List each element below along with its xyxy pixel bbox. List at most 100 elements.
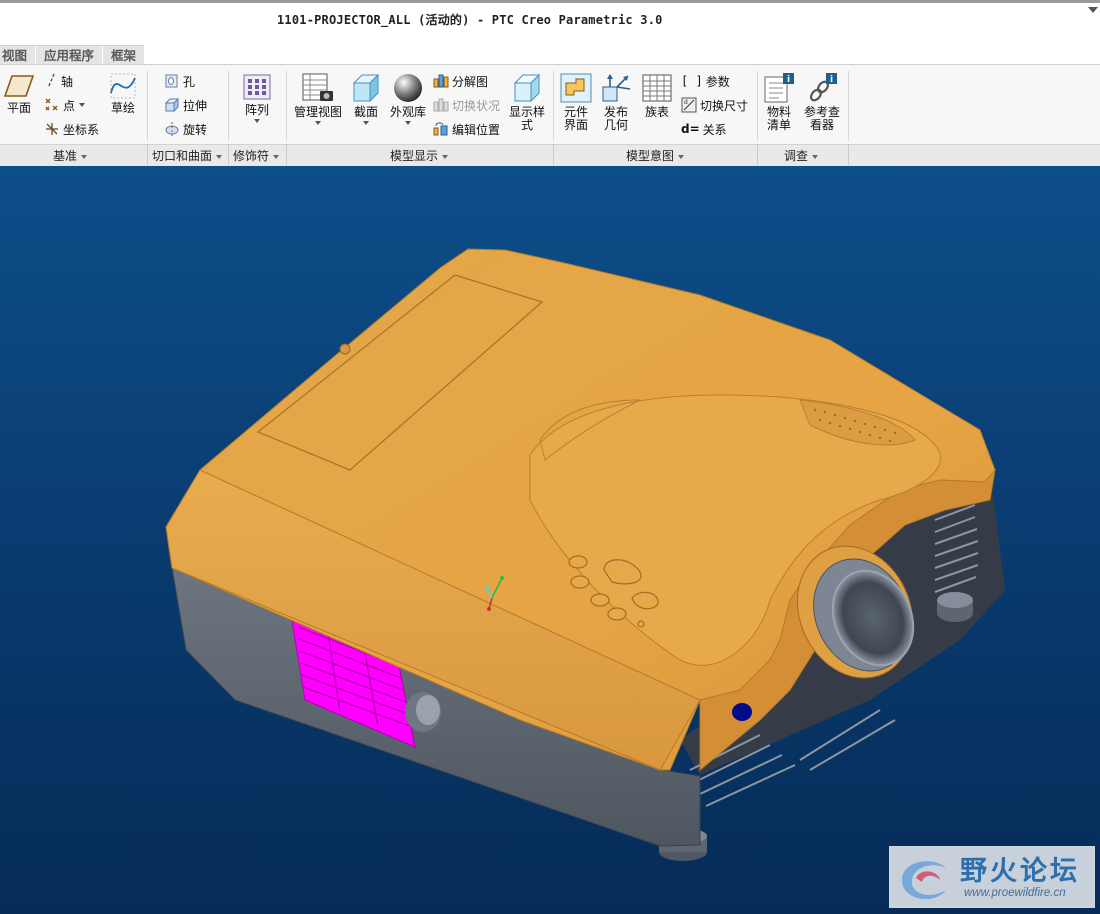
csys-label: 坐标系 — [63, 122, 100, 137]
group-modifier[interactable]: 修饰符 — [233, 147, 280, 164]
pattern-dropdown-icon[interactable] — [254, 119, 260, 123]
publish-geometry-icon — [602, 74, 631, 102]
section-button[interactable]: 截面 — [349, 73, 383, 125]
family-table-label: 族表 — [644, 105, 669, 119]
title-bar: 1101-PROJECTOR_ALL (活动的) - PTC Creo Para… — [0, 0, 1100, 40]
watermark-url: www.proewildfire.cn — [964, 887, 1066, 899]
reference-viewer-label-line2: 看器 — [809, 118, 834, 132]
relations-button[interactable]: d= 关系 — [681, 119, 727, 139]
sketch-icon — [110, 73, 136, 99]
component-interface-label-line1: 元件 — [563, 105, 588, 119]
edit-position-button[interactable]: 编辑位置 — [433, 119, 500, 139]
tab-view[interactable]: 视图 — [0, 45, 37, 65]
relations-icon: d= — [681, 122, 700, 136]
csys-icon — [46, 123, 58, 135]
manage-views-button[interactable]: 管理视图 — [291, 73, 345, 125]
point-icon — [45, 98, 58, 111]
reference-viewer-button[interactable]: i 参考查 看器 — [801, 73, 843, 132]
component-interface-icon — [560, 73, 592, 103]
watermark: 野火论坛 www.proewildfire.cn — [889, 846, 1095, 908]
display-style-button[interactable]: 显示样 式 — [507, 73, 547, 132]
watermark-logo-icon — [902, 861, 946, 900]
cover-screw — [339, 343, 351, 355]
reference-viewer-icon: i — [809, 73, 837, 102]
focus-knob — [405, 692, 441, 732]
group-model-intent[interactable]: 模型意图 — [626, 147, 685, 164]
ribbon-tabs: 视图 应用程序 框架 — [0, 45, 146, 65]
publish-geometry-label-line2: 几何 — [603, 118, 628, 132]
hole-icon — [165, 74, 178, 88]
appearance-gallery-button[interactable]: 外观库 — [387, 73, 429, 125]
group-model-display[interactable]: 模型显示 — [390, 147, 449, 164]
group-modifier-label: 修饰符 — [233, 149, 270, 163]
hole-label: 孔 — [183, 74, 196, 89]
appearance-gallery-label: 外观库 — [389, 105, 426, 119]
toggle-status-label: 切换状况 — [452, 98, 501, 113]
edit-position-icon — [433, 122, 448, 136]
publish-geometry-button[interactable]: 发布 几何 — [599, 73, 633, 132]
parameters-button[interactable]: [ ] 参数 — [681, 71, 730, 91]
publish-geometry-label-line1: 发布 — [603, 105, 628, 119]
pattern-label: 阵列 — [244, 103, 269, 117]
tab-applications[interactable]: 应用程序 — [36, 45, 104, 65]
ir-sensor — [732, 703, 752, 721]
tab-framework[interactable]: 框架 — [103, 45, 146, 65]
hole-button[interactable]: 孔 — [164, 71, 195, 91]
group-cut-surface[interactable]: 切口和曲面 — [152, 147, 223, 164]
revolve-button[interactable]: 旋转 — [164, 119, 207, 139]
graphics-viewport[interactable]: 野火论坛 www.proewildfire.cn — [0, 166, 1100, 914]
switch-dimensions-button[interactable]: d 切换尺寸 — [681, 95, 748, 115]
plane-button[interactable]: 平面 — [3, 73, 35, 115]
parameters-label: 参数 — [705, 74, 730, 89]
point-button[interactable]: 点 — [44, 95, 86, 115]
toggle-status-button[interactable]: 切换状况 — [433, 95, 500, 115]
chevron-down-icon — [273, 154, 280, 159]
extrude-icon — [164, 97, 180, 113]
extrude-button[interactable]: 拉伸 — [164, 95, 207, 115]
watermark-title: 野火论坛 — [960, 856, 1080, 887]
pattern-icon — [243, 74, 271, 100]
title-menu-arrow-icon[interactable] — [1088, 7, 1098, 13]
sketch-button[interactable]: 草绘 — [106, 73, 140, 115]
switch-dimensions-label: 切换尺寸 — [700, 98, 749, 113]
chevron-down-icon — [81, 154, 88, 159]
family-table-button[interactable]: 族表 — [640, 73, 674, 119]
window-title: 1101-PROJECTOR_ALL (活动的) - PTC Creo Para… — [277, 13, 663, 27]
axis-button[interactable]: 轴 — [44, 71, 73, 91]
group-datum[interactable]: 基准 — [53, 147, 88, 164]
group-cut-surface-label: 切口和曲面 — [152, 149, 213, 163]
chevron-down-icon — [216, 154, 223, 159]
manage-views-dropdown-icon[interactable] — [315, 121, 321, 125]
family-table-icon — [642, 74, 672, 102]
appearance-dropdown-icon[interactable] — [405, 121, 411, 125]
separator — [286, 144, 287, 165]
separator — [147, 71, 148, 141]
csys-button[interactable]: 坐标系 — [44, 119, 99, 139]
component-interface-label-line2: 界面 — [563, 118, 588, 132]
separator — [553, 71, 554, 141]
extrude-label: 拉伸 — [183, 98, 208, 113]
group-model-display-label: 模型显示 — [390, 149, 439, 163]
bom-label-line1: 物料 — [766, 105, 791, 119]
separator — [147, 144, 148, 165]
separator — [286, 71, 287, 141]
appearance-sphere-icon — [394, 74, 422, 102]
group-investigate[interactable]: 调查 — [784, 147, 819, 164]
component-interface-button[interactable]: 元件 界面 — [559, 73, 593, 132]
pattern-button[interactable]: 阵列 — [238, 73, 276, 123]
projector-model[interactable] — [0, 166, 1100, 914]
display-style-icon — [513, 73, 541, 103]
switch-dimensions-icon: d — [681, 97, 697, 113]
explode-view-button[interactable]: 分解图 — [433, 71, 488, 91]
chevron-down-icon — [678, 154, 685, 159]
separator — [228, 144, 229, 165]
point-dropdown-icon[interactable] — [79, 103, 86, 107]
section-dropdown-icon[interactable] — [363, 121, 369, 125]
separator — [848, 71, 849, 141]
display-style-label-line1: 显示样 — [508, 105, 545, 119]
plane-label: 平面 — [6, 101, 31, 115]
edit-position-label: 编辑位置 — [452, 122, 501, 137]
bom-button[interactable]: i 物料 清单 — [762, 73, 796, 132]
separator — [757, 144, 758, 165]
axis-label: 轴 — [61, 74, 74, 89]
